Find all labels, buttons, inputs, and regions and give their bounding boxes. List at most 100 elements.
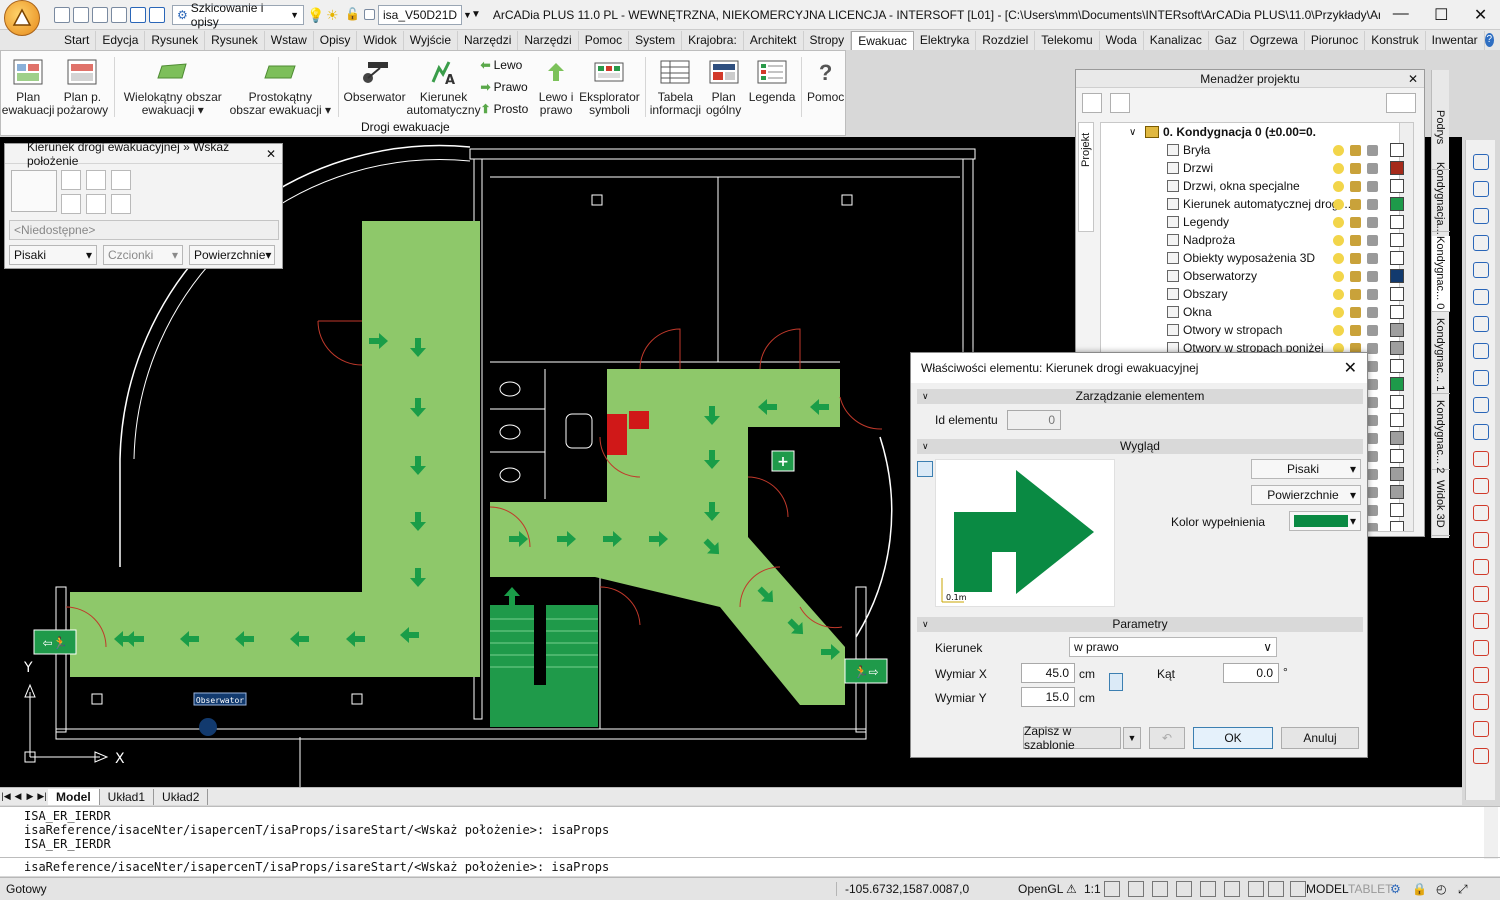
undo-icon[interactable] xyxy=(130,6,146,23)
ribbon-tab[interactable]: Ogrzewa xyxy=(1244,31,1305,50)
printer-icon[interactable] xyxy=(1367,234,1378,246)
printer-icon[interactable] xyxy=(1367,162,1378,174)
ribbon-tab[interactable]: Stropy xyxy=(804,31,852,50)
ribbon-tab[interactable]: System xyxy=(629,31,683,50)
ribbon-tab[interactable]: Edycja xyxy=(96,31,146,50)
layout-tab-2[interactable]: Układ2 xyxy=(154,788,209,805)
minimize-button[interactable]: — xyxy=(1393,5,1409,25)
plan-general-button[interactable]: Plan ogólny xyxy=(700,51,747,135)
ribbon-tab[interactable]: Elektryka xyxy=(914,31,977,50)
printer-icon[interactable] xyxy=(1367,144,1378,156)
ribbon-tab[interactable]: Wyjście xyxy=(404,31,459,50)
ribbon-tab[interactable]: Inwentar xyxy=(1426,31,1485,50)
layout-tab-model[interactable]: Model xyxy=(48,788,100,805)
tree-item[interactable]: Obszary xyxy=(1101,285,1404,303)
snap-point-2-button[interactable] xyxy=(86,170,106,190)
ribbon-tab[interactable]: Rysunek xyxy=(145,31,206,50)
lock-icon[interactable] xyxy=(1350,216,1361,228)
printer-icon[interactable] xyxy=(1367,486,1378,498)
sun-icon[interactable]: ☀ xyxy=(326,7,342,23)
app-logo-button[interactable] xyxy=(4,0,40,36)
layer-combo[interactable]: isa_V50D21D ▼ xyxy=(378,4,472,25)
lightbulb-icon[interactable] xyxy=(1333,306,1344,318)
lock-icon[interactable] xyxy=(1350,306,1361,318)
maximize-button[interactable]: ☐ xyxy=(1434,5,1448,25)
tree-item[interactable]: Drzwi, okna specjalne xyxy=(1101,177,1404,195)
lightbulb-icon[interactable] xyxy=(1333,198,1344,210)
ok-button[interactable]: OK xyxy=(1193,727,1273,749)
section-params[interactable]: ∨ Parametry xyxy=(917,617,1363,632)
status-model[interactable]: MODEL xyxy=(1306,882,1349,896)
snap-point-3-button[interactable] xyxy=(111,170,131,190)
ribbon-tab[interactable]: Ewakuac xyxy=(851,31,914,50)
angle-field[interactable]: 0.0 xyxy=(1223,663,1279,683)
ribbon-tab[interactable]: Kanalizac xyxy=(1144,31,1209,50)
fill-color-picker[interactable]: ▾ xyxy=(1289,511,1361,531)
snap-point-6-button[interactable] xyxy=(111,194,131,214)
grid-toggle-icon[interactable] xyxy=(1128,881,1144,897)
ribbon-tab[interactable]: Gaz xyxy=(1209,31,1244,50)
direction-select[interactable]: w prawo ∨ xyxy=(1069,637,1277,657)
layer-color-swatch[interactable] xyxy=(1390,233,1404,247)
open-file-icon[interactable] xyxy=(73,6,89,23)
ribbon-tab[interactable]: Rysunek xyxy=(205,31,265,50)
circle-icon[interactable] xyxy=(1473,505,1489,521)
polar-toggle-icon[interactable] xyxy=(1176,881,1192,897)
tree-item[interactable]: Okna xyxy=(1101,303,1404,321)
layer-color-swatch[interactable] xyxy=(1390,251,1404,265)
plan-fire-button[interactable]: Plan p. pożarowy xyxy=(55,51,109,135)
snap-point-1-button[interactable] xyxy=(61,170,81,190)
symbol-explorer-button[interactable]: Eksplorator symboli xyxy=(577,51,641,135)
console-scrollbar[interactable] xyxy=(1484,807,1498,859)
lightbulb-icon[interactable] xyxy=(1333,288,1344,300)
surfaces-button[interactable]: Powierzchnie ▾ xyxy=(189,245,275,265)
ribbon-tab[interactable]: Pomoc xyxy=(579,31,630,50)
dim-x-field[interactable]: 45.0 xyxy=(1021,663,1075,683)
plan-evacuation-button[interactable]: Plan ewakuacji xyxy=(1,51,55,135)
info-table-button[interactable]: Tabela informacji xyxy=(650,51,701,135)
help-ribbon-button[interactable]: ? Pomoc xyxy=(806,51,845,135)
ribbon-tab[interactable]: Architekt xyxy=(744,31,804,50)
redraw-icon[interactable] xyxy=(1473,154,1489,170)
printer-icon[interactable] xyxy=(1367,522,1378,531)
quick-props-icon[interactable] xyxy=(1290,881,1306,897)
snap-point-4-button[interactable] xyxy=(61,194,81,214)
layer-color-swatch[interactable] xyxy=(1390,323,1404,337)
ribbon-tab[interactable]: Widok xyxy=(357,31,404,50)
left-button[interactable]: ⬅ Lewo xyxy=(481,55,535,74)
printer-icon[interactable] xyxy=(1367,216,1378,228)
tree-item[interactable]: Drzwi xyxy=(1101,159,1404,177)
status-renderer[interactable]: OpenGL xyxy=(1018,882,1063,896)
lightbulb-icon[interactable] xyxy=(1333,252,1344,264)
ribbon-tab[interactable]: Krajobra: xyxy=(682,31,744,50)
tree-root-row[interactable]: ∨ 0. Kondygnacja 0 (±0.00=0. xyxy=(1101,123,1401,141)
lightbulb-icon[interactable] xyxy=(1333,234,1344,246)
layer-color-swatch[interactable] xyxy=(1390,305,1404,319)
layer-color-swatch[interactable] xyxy=(1390,503,1404,517)
move-icon[interactable] xyxy=(1473,451,1489,467)
first-tab-icon[interactable]: |◀ xyxy=(0,791,12,802)
pens-dialog-button[interactable]: Pisaki ▾ xyxy=(1251,459,1361,479)
lightbulb-icon[interactable] xyxy=(1333,144,1344,156)
printer-icon[interactable] xyxy=(1367,180,1378,192)
zoom-previous-icon[interactable] xyxy=(1473,262,1489,278)
layer-color-swatch[interactable] xyxy=(1390,341,1404,355)
ortho-toggle-icon[interactable] xyxy=(1152,881,1168,897)
lightbulb-icon[interactable] xyxy=(1333,216,1344,228)
layer-color-swatch[interactable] xyxy=(1390,161,1404,175)
layer-color-swatch[interactable] xyxy=(1390,449,1404,463)
otrack-toggle-icon[interactable] xyxy=(1224,881,1240,897)
zoom-in-icon[interactable] xyxy=(1473,343,1489,359)
spline-icon[interactable] xyxy=(1473,640,1489,656)
new-file-icon[interactable] xyxy=(54,6,70,23)
zoom-object-icon[interactable] xyxy=(1473,397,1489,413)
close-icon[interactable]: ✕ xyxy=(266,147,276,161)
insert-symbol-button[interactable] xyxy=(11,170,57,212)
settings-gear-icon[interactable]: ⚙ xyxy=(1390,882,1401,896)
ribbon-tab[interactable]: Start xyxy=(58,31,97,50)
lock-icon[interactable] xyxy=(1350,324,1361,336)
zoom-out-icon[interactable] xyxy=(1473,370,1489,386)
section-manage[interactable]: ∨ Zarządzanie elementem xyxy=(917,389,1363,404)
prev-tab-icon[interactable]: ◀ xyxy=(12,791,24,802)
left-right-button[interactable]: Lewo i prawo xyxy=(535,51,578,135)
